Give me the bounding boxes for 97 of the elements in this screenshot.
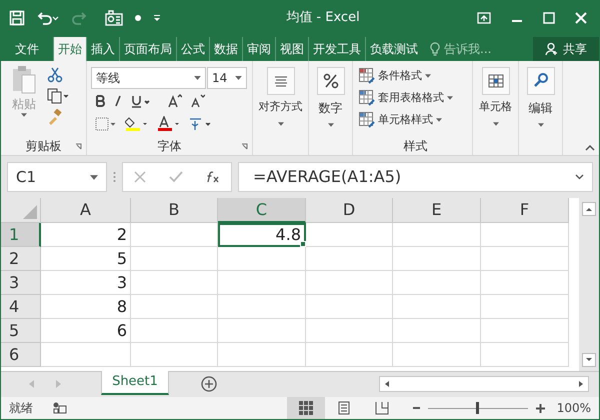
customize-icon[interactable]	[153, 14, 161, 22]
caret-icon	[21, 113, 27, 117]
caret-icon	[194, 76, 201, 80]
caret-icon	[492, 122, 498, 126]
vertical-scrollbar[interactable]	[579, 198, 599, 371]
horizontal-scrollbar[interactable]	[379, 376, 589, 392]
page-break-icon	[374, 401, 389, 415]
ribbon-display-icon[interactable]	[477, 12, 491, 24]
row-header[interactable]: 3	[1, 271, 41, 295]
active-cell[interactable]: 4.8	[218, 223, 306, 247]
lightbulb-icon	[430, 42, 440, 56]
underline-icon[interactable]	[131, 94, 151, 108]
drag-handle-icon[interactable]	[113, 171, 116, 183]
caret-icon	[538, 123, 544, 127]
status-text: 就绪	[9, 400, 33, 417]
row-header[interactable]: 4	[1, 295, 41, 319]
format-painter-icon[interactable]	[47, 109, 63, 125]
column-header[interactable]: A	[41, 198, 131, 223]
font-name-field[interactable]: 等线	[91, 67, 206, 89]
cells-button[interactable]: 单元格	[473, 61, 519, 155]
decrease-font-icon[interactable]	[191, 94, 205, 108]
grid-cell: 6	[41, 319, 131, 343]
add-sheet-icon[interactable]	[201, 376, 217, 392]
scissors-icon[interactable]	[47, 67, 63, 83]
row-header[interactable]: 5	[1, 319, 41, 343]
group-label: 字体	[158, 138, 182, 155]
clipboard-icon	[11, 65, 37, 95]
ribbon-tab[interactable]: 文件	[1, 37, 53, 61]
table-style-icon	[359, 112, 375, 128]
search-icon	[526, 67, 554, 95]
align-icon	[266, 67, 294, 95]
style-menu-button[interactable]: 套用表格格式	[359, 87, 472, 109]
save-icon[interactable]	[9, 10, 25, 26]
editing-button[interactable]: 编辑	[519, 61, 563, 155]
grid-cell: 2	[41, 223, 131, 247]
italic-icon[interactable]	[114, 95, 122, 107]
page-layout-icon	[336, 401, 351, 415]
undo-icon[interactable]	[37, 11, 59, 25]
ribbon-tab[interactable]: 开始	[53, 37, 86, 61]
font-size-field[interactable]: 14	[207, 67, 247, 89]
grid-cell: 8	[41, 295, 131, 319]
zoom-slider-track[interactable]	[428, 402, 528, 414]
copy-icon[interactable]	[47, 88, 69, 104]
name-box[interactable]: C1	[7, 162, 107, 192]
window-title: 均值 - Excel	[285, 9, 361, 28]
fill-color-icon[interactable]	[125, 116, 149, 132]
grid-cell: 5	[41, 247, 131, 271]
borders-icon[interactable]	[95, 117, 117, 131]
percent-icon	[316, 67, 344, 95]
caret-icon	[328, 123, 334, 127]
style-menu-button[interactable]: 单元格样式	[359, 109, 472, 131]
scroll-up-icon[interactable]	[582, 202, 596, 216]
cells-grid-icon	[482, 67, 510, 95]
dialog-launcher-icon[interactable]	[241, 142, 248, 150]
column-header[interactable]: F	[481, 198, 569, 223]
font-color-icon[interactable]	[157, 116, 181, 132]
sheet-tab[interactable]: Sheet1	[101, 371, 169, 395]
share-button[interactable]: 共享	[533, 37, 599, 61]
table-style-icon	[359, 90, 375, 106]
row-header[interactable]: 2	[1, 247, 41, 271]
scroll-down-icon[interactable]	[582, 353, 596, 367]
table-style-icon	[359, 68, 375, 84]
close-icon[interactable]	[575, 12, 587, 24]
check-icon[interactable]	[168, 171, 183, 183]
grid-cell: 3	[41, 271, 131, 295]
expand-icon[interactable]	[575, 174, 584, 180]
increase-font-icon[interactable]	[168, 94, 182, 108]
dialog-launcher-icon[interactable]	[75, 142, 82, 150]
alignment-button[interactable]: 对齐方式	[253, 61, 309, 155]
caret-icon	[235, 76, 242, 80]
column-header[interactable]: C	[218, 198, 306, 223]
caret-icon	[436, 118, 442, 122]
row-header[interactable]: 1	[1, 223, 41, 247]
caret-icon	[278, 122, 284, 126]
group-label: 剪贴板	[26, 138, 62, 155]
caret-icon	[447, 96, 453, 100]
maximize-icon[interactable]	[543, 12, 555, 24]
bold-icon[interactable]	[95, 95, 105, 107]
function-icon[interactable]	[206, 171, 220, 183]
column-header[interactable]: E	[393, 198, 481, 223]
camera-icon[interactable]	[105, 10, 123, 26]
row-header[interactable]: 6	[1, 343, 41, 367]
style-menu-button[interactable]: 条件格式	[359, 65, 472, 87]
number-button[interactable]: 数字	[309, 61, 353, 155]
caret-icon	[425, 74, 431, 78]
column-header[interactable]: D	[306, 198, 393, 223]
view-mode-button[interactable]	[286, 397, 325, 419]
grid-view-icon	[298, 401, 313, 415]
zoom-in-icon[interactable]	[536, 404, 545, 412]
zoom-level: 100%	[556, 400, 591, 417]
collapse-ribbon-icon[interactable]	[585, 144, 595, 151]
person-add-icon	[545, 42, 559, 56]
corner-triangle-icon	[23, 205, 37, 219]
formula-field[interactable]: =AVERAGE(A1:A5)	[238, 162, 593, 192]
group-label: 样式	[404, 138, 428, 155]
zoom-slider-thumb[interactable]	[476, 402, 480, 414]
caret-icon	[90, 174, 98, 180]
